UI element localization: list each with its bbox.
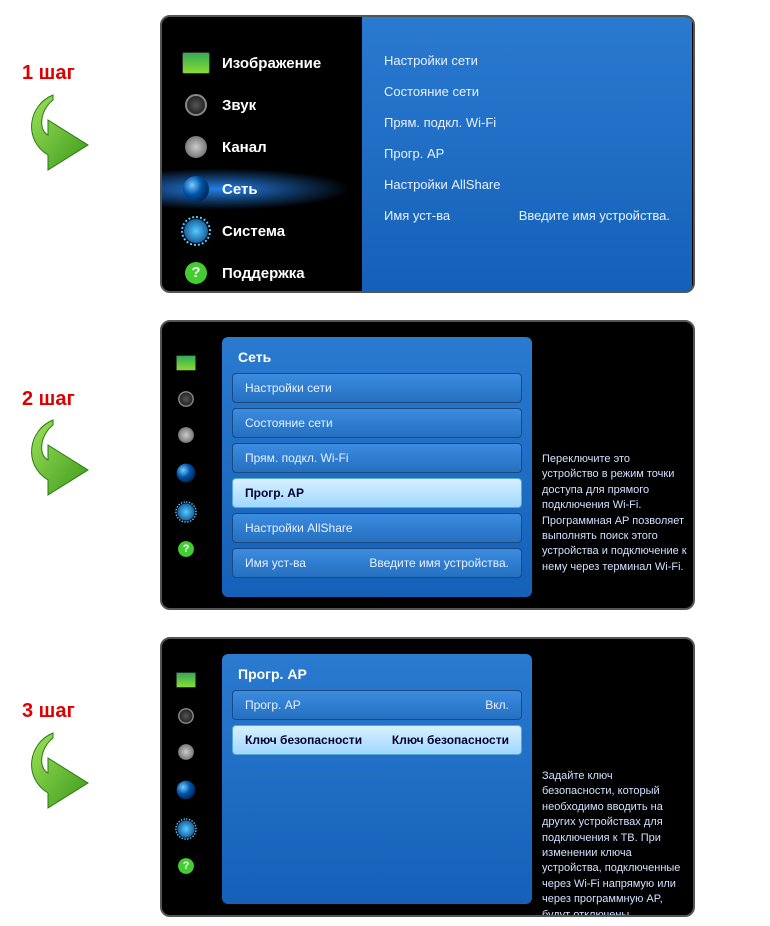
sidebar-label: Изображение [222, 55, 321, 72]
menu-title: Сеть [232, 345, 522, 373]
row-value: Вкл. [485, 698, 509, 712]
step3-label: 3 шаг [22, 700, 75, 723]
menu-row-security-key[interactable]: Ключ безопасности Ключ безопасности [232, 725, 522, 755]
submenu-item[interactable]: Прям. подкл. Wi-Fi [380, 107, 674, 138]
step2-arrow-icon [18, 415, 118, 505]
sidebar-item-support[interactable]: ? Поддержка [162, 252, 352, 293]
system-icon [184, 219, 208, 243]
channel-icon [185, 136, 207, 158]
softap-menu: Прогр. AP Прогр. AP Вкл. Ключ безопаснос… [222, 654, 532, 904]
sidebar-label: Система [222, 223, 285, 240]
menu-title: Прогр. AP [232, 662, 522, 690]
help-text: Переключите это устройство в режим точки… [542, 452, 687, 575]
sidebar-label: Поддержка [222, 265, 305, 282]
tv-menu-step3: ? Прогр. AP Прогр. AP Вкл. Ключ безопасн… [160, 637, 695, 917]
channel-icon[interactable] [178, 427, 194, 443]
sidebar-label: Сеть [222, 181, 258, 198]
row-label: Прогр. AP [245, 486, 304, 500]
submenu-item[interactable]: Настройки сети [380, 45, 674, 76]
sidebar-item-channel[interactable]: Канал [162, 126, 352, 168]
sidebar-item-network[interactable]: Сеть [162, 168, 352, 210]
system-icon[interactable] [177, 820, 194, 837]
iconbar: ? [162, 322, 210, 608]
submenu-item[interactable]: Прогр. AP [380, 138, 674, 169]
channel-icon[interactable] [178, 744, 194, 760]
row-value: Введите имя устройства. [369, 556, 509, 570]
picture-icon[interactable] [176, 355, 196, 371]
menu-row-soft-ap[interactable]: Прогр. AP [232, 478, 522, 508]
iconbar: ? [162, 639, 210, 915]
picture-icon[interactable] [176, 672, 196, 688]
menu-row-wifi-direct[interactable]: Прям. подкл. Wi-Fi [232, 443, 522, 473]
step1-label: 1 шаг [22, 62, 75, 85]
network-icon [183, 176, 209, 202]
sound-icon[interactable] [178, 708, 194, 724]
row-label: Настройки AllShare [245, 521, 353, 535]
network-icon[interactable] [177, 781, 196, 800]
network-icon[interactable] [177, 464, 196, 483]
tv-menu-step2: ? Сеть Настройки сети Состояние сети Пря… [160, 320, 695, 610]
row-label: Имя уст-ва [245, 556, 306, 570]
submenu-item[interactable]: Настройки AllShare [380, 169, 674, 200]
menu-row-network-settings[interactable]: Настройки сети [232, 373, 522, 403]
picture-icon [182, 52, 210, 74]
sidebar-label: Канал [222, 139, 267, 156]
menu-row-network-status[interactable]: Состояние сети [232, 408, 522, 438]
devicename-value: Введите имя устройства. [519, 208, 670, 223]
step3-arrow-icon [18, 728, 118, 818]
submenu-item-devicename[interactable]: Имя уст-ва Введите имя устройства. [380, 200, 674, 231]
support-icon[interactable]: ? [178, 858, 194, 874]
row-label: Настройки сети [245, 381, 332, 395]
support-icon[interactable]: ? [178, 541, 194, 557]
sidebar-item-system[interactable]: Система [162, 210, 352, 252]
sound-icon [185, 94, 207, 116]
step2-label: 2 шаг [22, 388, 75, 411]
step1-arrow-icon [18, 90, 118, 180]
network-submenu: Настройки сети Состояние сети Прям. подк… [362, 17, 692, 291]
submenu-item[interactable]: Состояние сети [380, 76, 674, 107]
help-text: Задайте ключ безопасности, который необх… [542, 769, 687, 917]
row-label: Прогр. AP [245, 698, 301, 712]
menu-row-devicename[interactable]: Имя уст-ва Введите имя устройства. [232, 548, 522, 578]
support-icon: ? [185, 262, 207, 284]
tv-menu-step1: Изображение Звук Канал Сеть Система ? По… [160, 15, 695, 293]
sound-icon[interactable] [178, 391, 194, 407]
system-icon[interactable] [177, 503, 194, 520]
row-value: Ключ безопасности [392, 733, 509, 747]
row-label: Ключ безопасности [245, 733, 362, 747]
sidebar-item-sound[interactable]: Звук [162, 84, 352, 126]
row-label: Состояние сети [245, 416, 333, 430]
sidebar-item-picture[interactable]: Изображение [162, 42, 352, 84]
network-menu: Сеть Настройки сети Состояние сети Прям.… [222, 337, 532, 597]
menu-row-softap-toggle[interactable]: Прогр. AP Вкл. [232, 690, 522, 720]
sidebar-label: Звук [222, 97, 256, 114]
devicename-label: Имя уст-ва [384, 208, 450, 223]
row-label: Прям. подкл. Wi-Fi [245, 451, 349, 465]
main-sidebar: Изображение Звук Канал Сеть Система ? По… [162, 17, 352, 291]
menu-row-allshare[interactable]: Настройки AllShare [232, 513, 522, 543]
